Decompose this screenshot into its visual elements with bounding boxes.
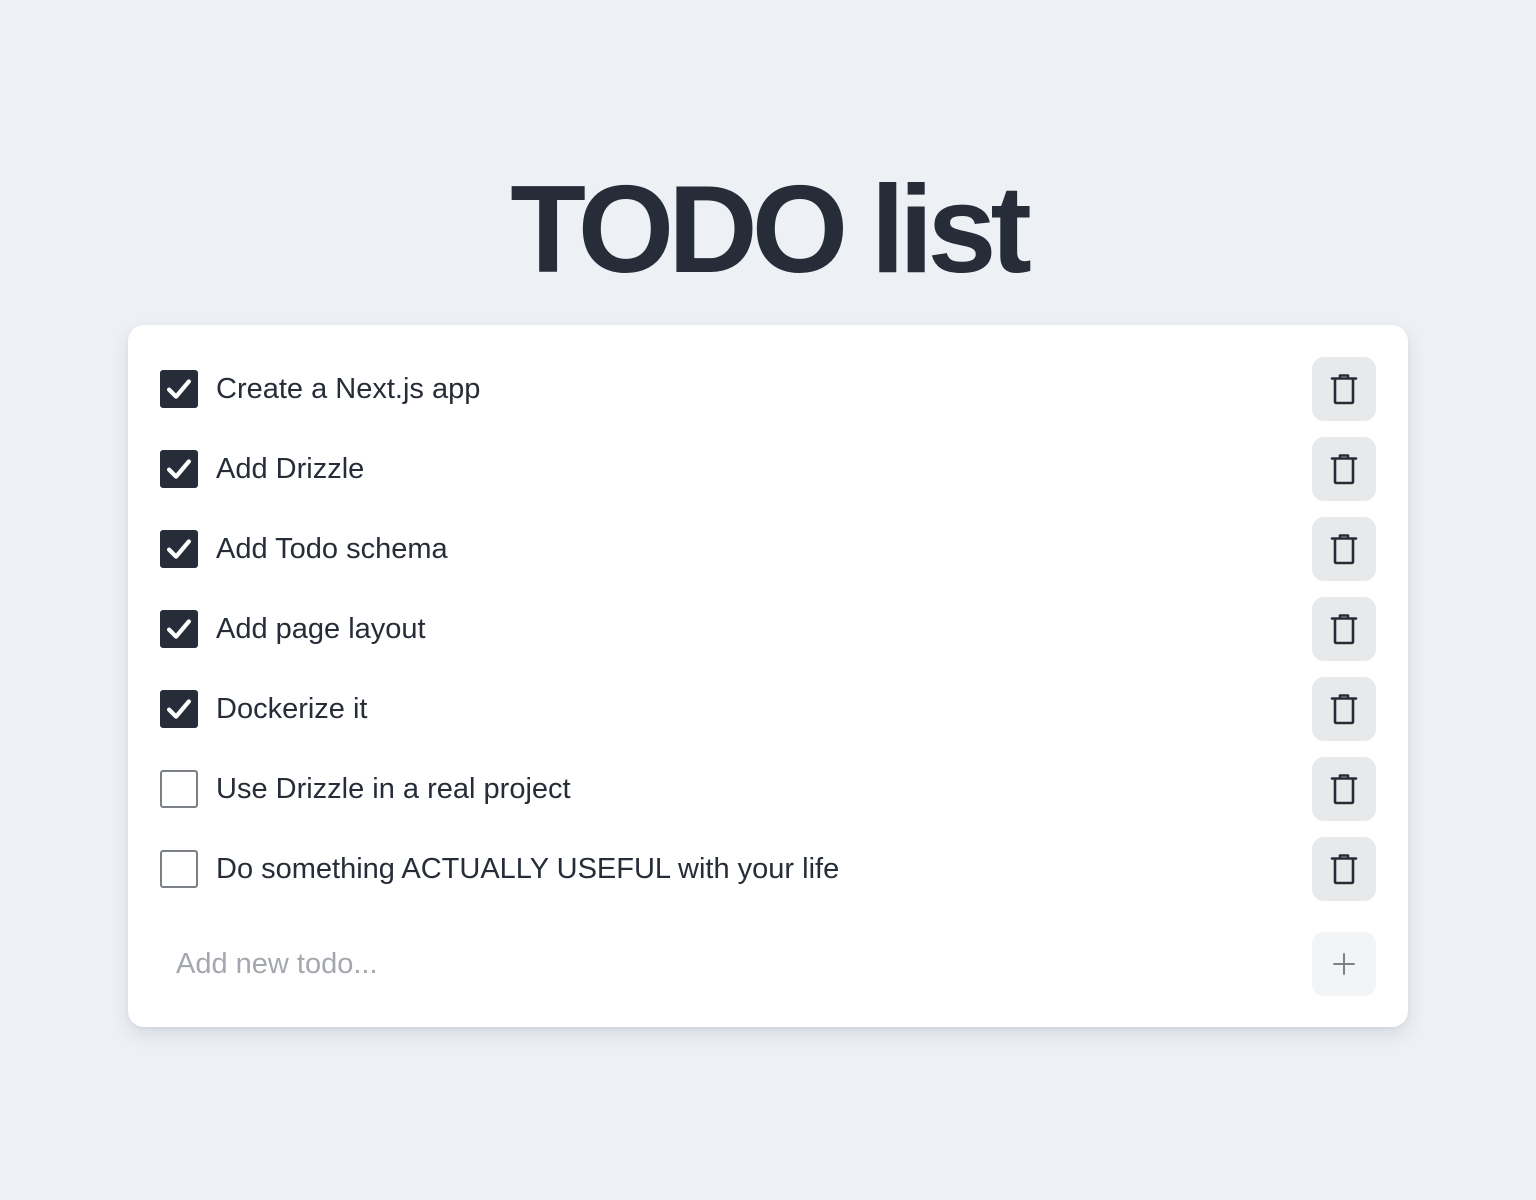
trash-icon — [1330, 774, 1358, 805]
add-todo-button[interactable] — [1312, 932, 1376, 996]
check-icon — [166, 619, 192, 639]
todo-item: Create a Next.js app — [160, 357, 1376, 421]
todo-item: Add page layout — [160, 597, 1376, 661]
todo-text: Create a Next.js app — [216, 373, 481, 405]
page-title: TODO list — [510, 161, 1032, 299]
delete-todo-button[interactable] — [1312, 517, 1376, 581]
check-icon — [166, 699, 192, 719]
todo-card: Create a Next.js app Add Drizzle Add Tod… — [128, 325, 1408, 1027]
todo-checkbox[interactable] — [160, 370, 198, 408]
trash-icon — [1330, 454, 1358, 485]
todo-text: Add Todo schema — [216, 533, 448, 565]
plus-icon — [1333, 953, 1355, 975]
todo-item: Add Drizzle — [160, 437, 1376, 501]
delete-todo-button[interactable] — [1312, 437, 1376, 501]
todo-text: Add Drizzle — [216, 453, 365, 485]
delete-todo-button[interactable] — [1312, 597, 1376, 661]
trash-icon — [1330, 534, 1358, 565]
todo-item: Do something ACTUALLY USEFUL with your l… — [160, 837, 1376, 901]
todo-checkbox[interactable] — [160, 530, 198, 568]
trash-icon — [1330, 854, 1358, 885]
todo-checkbox[interactable] — [160, 690, 198, 728]
todo-page: TODO list Create a Next.js app Add Drizz… — [0, 0, 1536, 1200]
todo-checkbox[interactable] — [160, 450, 198, 488]
todo-item: Add Todo schema — [160, 517, 1376, 581]
check-icon — [166, 379, 192, 399]
trash-icon — [1330, 614, 1358, 645]
trash-icon — [1330, 374, 1358, 405]
todo-text: Do something ACTUALLY USEFUL with your l… — [216, 853, 840, 885]
todo-item: Dockerize it — [160, 677, 1376, 741]
check-icon — [166, 459, 192, 479]
todo-text: Dockerize it — [216, 693, 368, 725]
todo-list: Create a Next.js app Add Drizzle Add Tod… — [160, 357, 1376, 917]
delete-todo-button[interactable] — [1312, 757, 1376, 821]
delete-todo-button[interactable] — [1312, 677, 1376, 741]
todo-item: Use Drizzle in a real project — [160, 757, 1376, 821]
new-todo-input[interactable] — [160, 932, 1300, 996]
trash-icon — [1330, 694, 1358, 725]
add-todo-row — [160, 932, 1376, 996]
delete-todo-button[interactable] — [1312, 357, 1376, 421]
todo-checkbox[interactable] — [160, 610, 198, 648]
delete-todo-button[interactable] — [1312, 837, 1376, 901]
todo-text: Add page layout — [216, 613, 426, 645]
todo-checkbox[interactable] — [160, 850, 198, 888]
todo-text: Use Drizzle in a real project — [216, 773, 571, 805]
check-icon — [166, 539, 192, 559]
todo-checkbox[interactable] — [160, 770, 198, 808]
